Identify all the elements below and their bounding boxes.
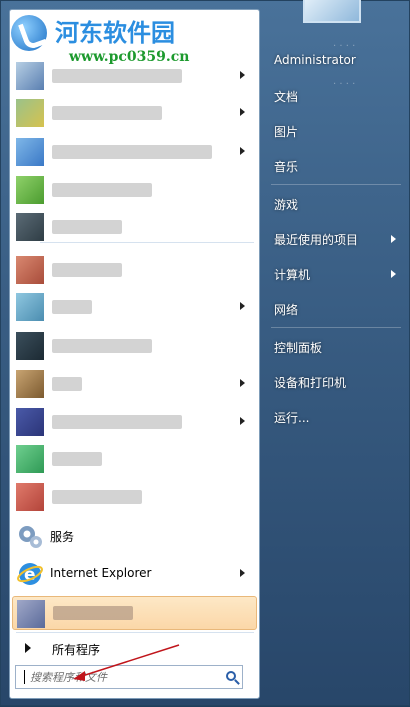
place-control-panel[interactable]: 控制面板 [268,332,406,362]
program-item[interactable] [12,291,257,323]
submenu-arrow-icon [240,147,245,155]
blurred-program-label [52,452,102,466]
program-item[interactable] [12,443,257,475]
place-administrator[interactable]: Administrator [268,46,406,76]
site-logo-icon [11,15,47,51]
place-label: Administrator [274,53,356,67]
program-item[interactable] [12,406,257,438]
annotation-arrow [73,644,180,681]
program-icon [16,293,44,321]
services-label: 服务 [50,530,75,544]
place-run[interactable]: 运行... [268,402,406,432]
internet-explorer-icon: e [17,563,43,585]
blurred-program-label [52,183,152,197]
program-item[interactable] [12,330,257,362]
blurred-program-label [52,106,162,120]
program-item-services[interactable]: 服务 [12,520,257,552]
place-label: 计算机 [274,268,311,282]
program-icon [16,176,44,204]
watermark-url: www.pc0359.cn [69,49,190,65]
place-label: 控制面板 [274,341,323,355]
place-label: 文档 [274,90,299,104]
separator [271,327,401,328]
program-item[interactable] [12,211,257,243]
place-documents[interactable]: 文档 [268,81,406,111]
program-item-internet-explorer[interactable]: e Internet Explorer [12,558,257,590]
place-label: 运行... [274,411,310,425]
place-label: 音乐 [274,160,299,174]
submenu-arrow-icon [240,417,245,425]
place-label: 设备和打印机 [274,376,347,390]
blurred-program-label [53,606,133,620]
program-item[interactable] [12,481,257,513]
program-item-highlighted[interactable] [12,596,257,630]
blurred-program-label [52,300,92,314]
place-label: 最近使用的项目 [274,233,359,247]
start-menu: 服务 e Internet Explorer 所有程序 搜索程序和文件 · · … [0,0,410,706]
place-label: 图片 [274,125,299,139]
separator [271,184,401,185]
places-pane: · · · · · · · · Administrator 文档 图片 音乐 游… [263,0,410,707]
place-label: 游戏 [274,198,299,212]
watermark-title: 河东软件园 [55,18,175,47]
submenu-arrow-icon [240,569,245,577]
blurred-program-label [52,220,122,234]
submenu-arrow-icon [240,108,245,116]
user-picture [303,0,361,23]
program-icon [16,332,44,360]
program-icon [16,99,44,127]
program-icon [16,62,44,90]
blurred-program-label [52,145,212,159]
program-item[interactable] [12,97,257,129]
program-item[interactable] [12,368,257,400]
place-recent-items[interactable]: 最近使用的项目 [268,224,406,254]
program-icon [16,213,44,241]
place-pictures[interactable]: 图片 [268,116,406,146]
place-network[interactable]: 网络 [268,294,406,324]
place-games[interactable]: 游戏 [268,189,406,219]
program-item[interactable] [12,254,257,286]
gear-icon [19,526,42,548]
place-music[interactable]: 音乐 [268,151,406,181]
program-item[interactable] [12,174,257,206]
internet-explorer-label: Internet Explorer [50,566,152,580]
program-icon [16,370,44,398]
place-label: 网络 [274,303,299,317]
program-icon [16,408,44,436]
submenu-arrow-icon [240,71,245,79]
submenu-arrow-icon [240,302,245,310]
program-icon [16,483,44,511]
blurred-program-label [52,490,142,504]
submenu-arrow-icon [391,270,396,278]
program-icon [16,138,44,166]
search-icon[interactable] [226,671,236,681]
site-watermark: 河东软件园 www.pc0359.cn [7,7,227,65]
blurred-program-label [52,377,82,391]
program-icon [16,445,44,473]
submenu-arrow-icon [391,235,396,243]
program-icon [17,600,45,628]
blurred-program-label [52,263,122,277]
blurred-program-label [52,415,182,429]
program-icon [16,256,44,284]
place-computer[interactable]: 计算机 [268,259,406,289]
separator [16,632,254,633]
program-item[interactable] [12,136,257,168]
text-caret [24,670,25,684]
programs-pane: 服务 e Internet Explorer 所有程序 [9,9,260,699]
blurred-program-label [52,69,182,83]
submenu-arrow-icon [240,379,245,387]
triangle-right-icon [25,643,31,653]
blurred-program-label [52,339,152,353]
place-devices-and-printers[interactable]: 设备和打印机 [268,367,406,397]
separator [40,242,254,243]
